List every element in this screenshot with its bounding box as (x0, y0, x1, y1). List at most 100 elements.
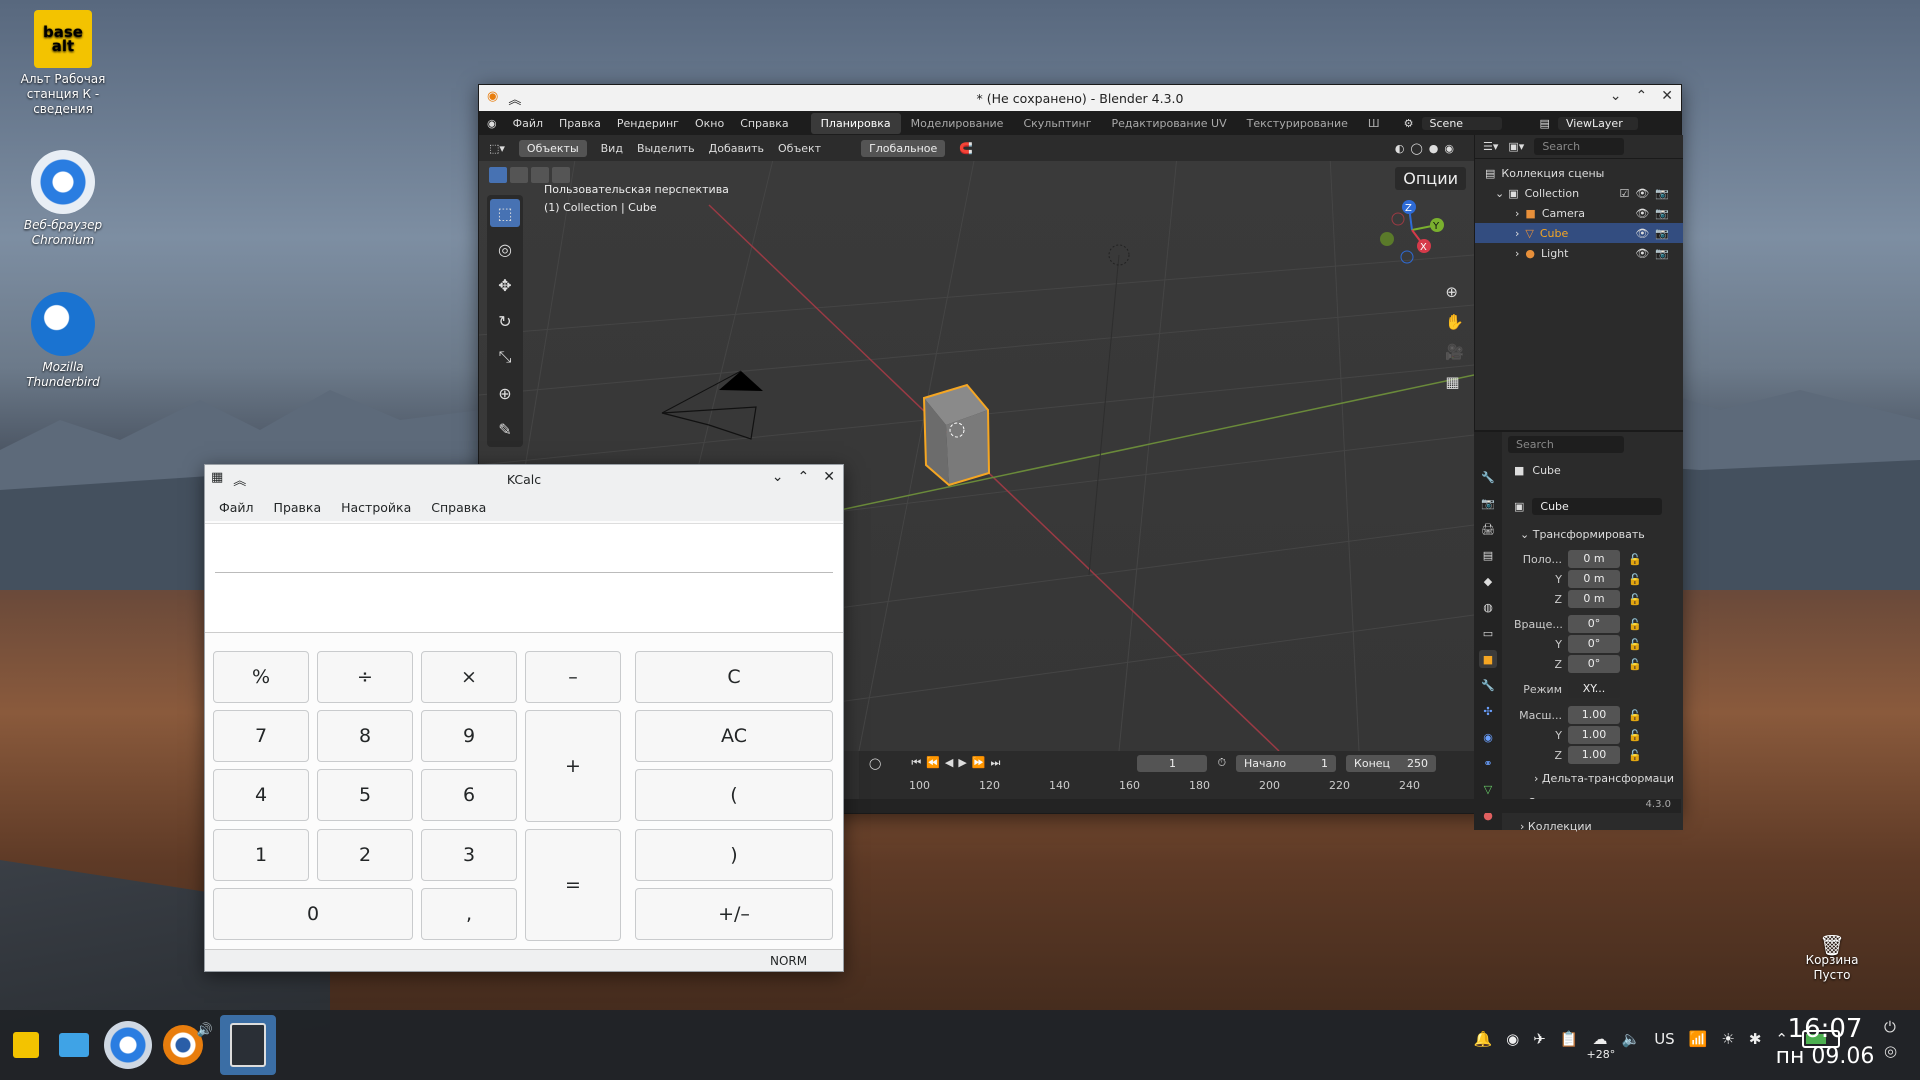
data-tab-icon[interactable]: ▽ (1479, 780, 1497, 798)
lock-icon[interactable]: 🔓 (1628, 638, 1642, 651)
properties-panel[interactable]: 🔧 📷 🖨 ▤ ◆ ◍ ▭ ■ 🔧 ✣ ◉ ⚭ ▽ ● Search ■ Cub… (1474, 430, 1683, 833)
menu-select[interactable]: Выделить (637, 142, 695, 155)
key-1[interactable]: 1 (213, 829, 309, 881)
scale-y-field[interactable]: 1.00 (1568, 726, 1620, 744)
snap-icon[interactable]: 🧲 (959, 142, 973, 155)
minimize-button[interactable]: ⌄ (1610, 88, 1622, 104)
key-7[interactable]: 7 (213, 710, 309, 762)
view-layer-tab-icon[interactable]: ▤ (1479, 546, 1497, 564)
rotate-tool-icon[interactable]: ↻ (490, 307, 520, 335)
blender-titlebar[interactable]: ◉ ︽ * (Не сохранено) - Blender 4.3.0 ⌄ ⌃ … (479, 85, 1681, 111)
blender-logo-icon[interactable]: ◉ (479, 117, 505, 130)
select-extend-icon[interactable] (510, 167, 528, 183)
expand-chevron-icon[interactable]: › (1515, 247, 1519, 260)
lock-icon[interactable]: 🔓 (1628, 709, 1642, 722)
section-transform[interactable]: ⌄ Трансформировать (1520, 528, 1645, 541)
section-collections[interactable]: › Коллекции (1520, 820, 1592, 833)
weather-widget[interactable]: ☁ +28° (1587, 1030, 1616, 1061)
power-icon[interactable]: ⏻ (1884, 1018, 1897, 1036)
keep-above-icon[interactable]: ︽ (508, 89, 521, 108)
desktop-trash[interactable]: 🗑 Корзина Пусто (1800, 935, 1864, 983)
visibility-toggles[interactable]: 👁📷 (1635, 227, 1675, 240)
clock-widget[interactable]: 16:07 пн 09.06 (1770, 1014, 1880, 1069)
menu-edit[interactable]: Правка (264, 500, 332, 515)
menu-window[interactable]: Окно (687, 117, 732, 130)
visibility-toggles[interactable]: ☑👁📷 (1619, 187, 1675, 200)
desktop-icon-chromium[interactable]: Веб-браузер Chromium (8, 150, 118, 248)
tab-sculpting[interactable]: Скульптинг (1013, 117, 1101, 130)
scene-tab-icon[interactable]: ◆ (1479, 572, 1497, 590)
close-button[interactable]: ✕ (823, 469, 835, 485)
timeline-ruler[interactable]: 100 120 140 160 180 200 220 240 (859, 779, 1474, 792)
lock-icon[interactable]: 🔓 (1628, 553, 1642, 566)
tab-uv-editing[interactable]: Редактирование UV (1102, 117, 1237, 130)
menu-file[interactable]: Файл (209, 500, 264, 515)
frame-start-field[interactable]: Начало 1 (1236, 754, 1337, 772)
wifi-icon[interactable]: 📶 (1689, 1030, 1708, 1048)
constraints-tab-icon[interactable]: ⚭ (1479, 754, 1497, 772)
move-tool-icon[interactable]: ✥ (490, 271, 520, 299)
location-x-field[interactable]: 0 m (1568, 550, 1620, 568)
select-new-icon[interactable] (489, 167, 507, 183)
particles-tab-icon[interactable]: ✣ (1479, 702, 1497, 720)
editor-type-icon[interactable]: ⬚▾ (489, 142, 505, 155)
shading-buttons[interactable]: ◐◯●◉ (1395, 142, 1460, 155)
key-5[interactable]: 5 (317, 769, 413, 821)
app-launcher-icon[interactable] (4, 1015, 48, 1075)
modifier-tab-icon[interactable]: 🔧 (1479, 676, 1497, 694)
menu-settings[interactable]: Настройка (331, 500, 421, 515)
brightness-icon[interactable]: ☀ (1721, 1030, 1734, 1048)
rotation-y-field[interactable]: 0° (1568, 635, 1620, 653)
navigation-gizmo[interactable]: Z Y X (1367, 195, 1457, 275)
telegram-icon[interactable]: ✈ (1533, 1030, 1546, 1048)
lock-icon[interactable]: 🔓 (1628, 618, 1642, 631)
expand-chevron-icon[interactable]: › (1515, 227, 1519, 240)
tab-modeling[interactable]: Моделирование (901, 117, 1014, 130)
key-8[interactable]: 8 (317, 710, 413, 762)
frame-end-field[interactable]: Конец 250 (1346, 754, 1437, 772)
object-name[interactable]: Cube (1532, 464, 1560, 477)
outliner-panel[interactable]: ☰▾ ▣▾ Search ▤ Коллекция сцены ⌄ ▣ Collecti… (1474, 135, 1683, 430)
current-frame-field[interactable]: 1 (1137, 754, 1208, 772)
outliner-search-input[interactable]: Search (1534, 138, 1625, 155)
lock-icon[interactable]: 🔓 (1628, 658, 1642, 671)
key-plus[interactable]: + (525, 710, 621, 822)
key-sign[interactable]: +/– (635, 888, 833, 940)
collection-tab-icon[interactable]: ▭ (1479, 624, 1497, 642)
view-layer-selector[interactable]: ViewLayer (1557, 116, 1638, 130)
notifications-icon[interactable]: 🔔 (1473, 1030, 1492, 1048)
menu-view[interactable]: Вид (601, 142, 623, 155)
world-tab-icon[interactable]: ◍ (1479, 598, 1497, 616)
key-paren-open[interactable]: ( (635, 769, 833, 821)
kcalc-window[interactable]: ▦ ︽ KCalc ⌄ ⌃ ✕ Файл Правка Настройка Спр… (204, 464, 844, 972)
zoom-icon[interactable]: ⊕ (1445, 283, 1464, 301)
key-9[interactable]: 9 (421, 710, 517, 762)
scale-tool-icon[interactable]: ⤡ (490, 343, 520, 371)
scale-z-field[interactable]: 1.00 (1568, 746, 1620, 764)
record-icon[interactable]: ◯ (869, 757, 881, 770)
key-minus[interactable]: – (525, 651, 621, 703)
menu-object[interactable]: Объект (778, 142, 821, 155)
tab-shading[interactable]: Ш (1358, 117, 1390, 130)
rotation-x-field[interactable]: 0° (1568, 615, 1620, 633)
desktop-icon-altinfo[interactable]: base alt Альт Рабочая станция К - сведен… (8, 10, 118, 117)
tab-texture-paint[interactable]: Текстурирование (1237, 117, 1358, 130)
transform-tool-icon[interactable]: ⊕ (490, 379, 520, 407)
kcalc-titlebar[interactable]: ▦ ︽ KCalc ⌄ ⌃ ✕ (205, 465, 843, 493)
camera-view-icon[interactable]: 🎥 (1445, 343, 1464, 361)
key-multiply[interactable]: × (421, 651, 517, 703)
options-dropdown[interactable]: Опции (1395, 167, 1466, 190)
rotation-mode-dropdown[interactable]: XY... (1568, 680, 1620, 698)
rotation-z-field[interactable]: 0° (1568, 655, 1620, 673)
visibility-toggles[interactable]: 👁📷 (1635, 247, 1675, 260)
lock-icon[interactable]: 🔓 (1628, 729, 1642, 742)
taskbar-kcalc[interactable] (220, 1015, 276, 1075)
clipboard-icon[interactable]: 📋 (1560, 1030, 1579, 1048)
key-4[interactable]: 4 (213, 769, 309, 821)
keyboard-layout[interactable]: US (1654, 1030, 1675, 1048)
bluetooth-icon[interactable]: ✱ (1749, 1030, 1762, 1048)
maximize-button[interactable]: ⌃ (1636, 88, 1648, 104)
key-comma[interactable]: , (421, 888, 517, 940)
outliner-item-cube[interactable]: › ▽ Cube 👁📷 (1475, 223, 1683, 243)
keep-above-icon[interactable]: ︽ (233, 470, 246, 489)
